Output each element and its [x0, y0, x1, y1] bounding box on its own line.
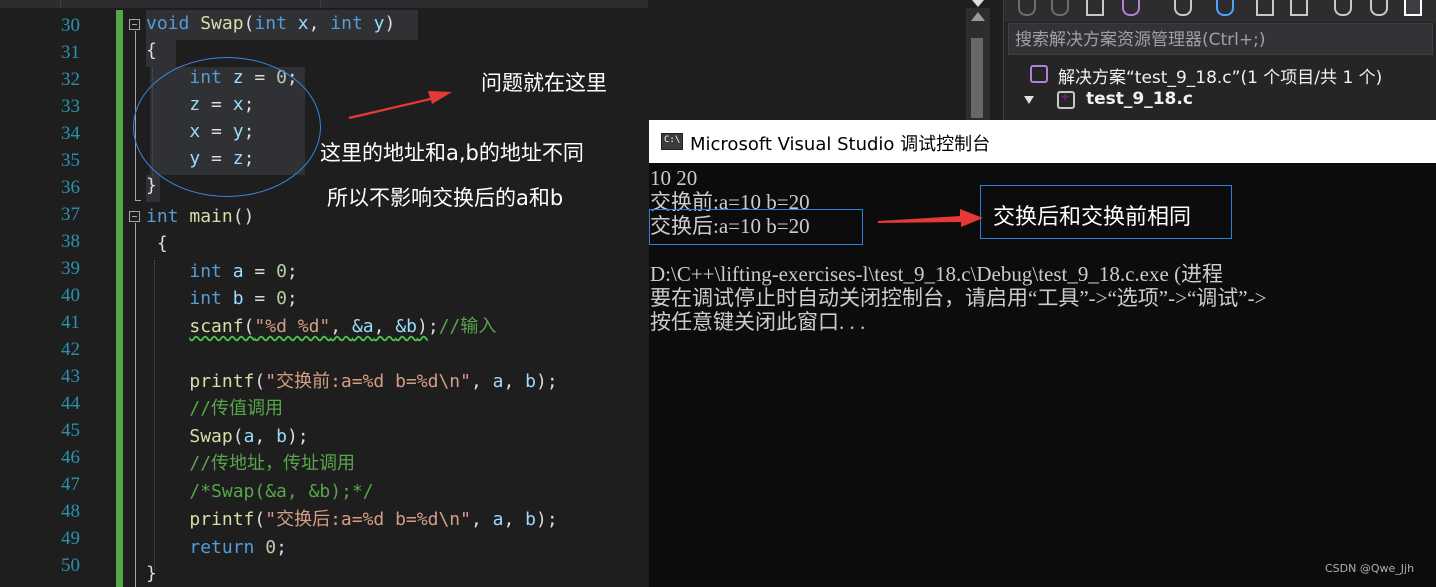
line-number: 38 — [61, 231, 80, 252]
line-number-gutter: 30 31 32 33 34 35 36 37 38 39 40 41 42 4… — [0, 8, 90, 587]
solution-node[interactable]: 解决方案“test_9_18.c”(1 个项目/共 1 个) — [1058, 63, 1382, 88]
code-line: } — [146, 563, 157, 584]
line-number: 35 — [61, 150, 80, 171]
code-editor[interactable]: 30 31 32 33 34 35 36 37 38 39 40 41 42 4… — [0, 0, 648, 587]
editor-scrollbar[interactable] — [966, 8, 990, 120]
annotation-callout-box: 交换后和交换前相同 — [980, 185, 1232, 239]
code-line: } — [146, 175, 157, 196]
code-line: return 0; — [189, 537, 287, 558]
code-line: int b = 0; — [189, 288, 298, 309]
line-number: 40 — [61, 285, 80, 306]
code-line: //传地址，传址调用 — [189, 453, 356, 474]
line-number: 49 — [61, 528, 80, 549]
line-number: 33 — [61, 96, 80, 117]
line-number: 36 — [61, 177, 80, 198]
collapse-toggle[interactable] — [129, 211, 140, 222]
project-node[interactable]: test_9_18.c — [1086, 89, 1193, 109]
fold-guide — [135, 223, 136, 587]
console-app-icon: C:\ — [661, 133, 683, 150]
annotation-ellipse — [133, 57, 321, 197]
scrollbar-thumb[interactable] — [971, 38, 983, 118]
debug-console-window[interactable]: C:\ Microsoft Visual Studio 调试控制台 10 20 … — [649, 120, 1436, 587]
line-number: 30 — [61, 15, 80, 36]
wrench-properties-icon[interactable] — [1370, 0, 1388, 16]
code-line: int main() — [146, 206, 255, 227]
line-number: 41 — [61, 312, 80, 333]
code-line: { — [146, 40, 157, 61]
line-number: 50 — [61, 555, 80, 576]
watermark: CSDN @Qwe_Jjh — [1325, 562, 1415, 575]
annotation-highlight-box — [649, 209, 863, 245]
code-line: scanf("%d %d", &a, &b);//输入 — [189, 316, 497, 337]
solution-explorer: 搜索解决方案资源管理器(Ctrl+;) 解决方案“test_9_18.c”(1 … — [1003, 0, 1436, 120]
console-output-line: 10 20 — [650, 166, 698, 190]
show-all-files-icon[interactable] — [1290, 0, 1308, 16]
line-number: 48 — [61, 501, 80, 522]
sync-refresh-icon[interactable] — [1216, 0, 1234, 16]
code-line: printf("交换后:a=%d b=%d\n", a, b); — [189, 509, 558, 530]
solution-explorer-search-input[interactable]: 搜索解决方案资源管理器(Ctrl+;) — [1008, 23, 1433, 55]
console-output-line: 要在调试停止时自动关闭控制台，请启用“工具”->“选项”->“调试”-> — [650, 286, 1267, 310]
editor-tab-strip[interactable] — [0, 0, 648, 8]
c-project-icon — [1057, 89, 1075, 109]
code-line: void Swap(int x, int y) — [146, 13, 396, 34]
line-number: 37 — [61, 204, 80, 225]
console-title: Microsoft Visual Studio 调试控制台 — [690, 134, 991, 155]
forward-icon[interactable] — [1051, 0, 1069, 16]
solution-explorer-toolbar — [1004, 0, 1436, 22]
collapse-all-icon[interactable] — [1256, 0, 1274, 16]
line-number: 31 — [61, 42, 80, 63]
line-number: 32 — [61, 69, 80, 90]
annotation-address-differs: 这里的地址和a,b的地址不同 — [320, 141, 584, 165]
line-number: 42 — [61, 339, 80, 360]
line-number: 47 — [61, 474, 80, 495]
expand-triangle-icon[interactable] — [1024, 96, 1034, 104]
annotation-same-as-before: 交换后和交换前相同 — [993, 205, 1192, 230]
code-line: /*Swap(&a, &b);*/ — [189, 481, 374, 502]
scroll-up-arrow-icon[interactable] — [971, 12, 985, 21]
line-number: 44 — [61, 393, 80, 414]
preview-selected-icon[interactable] — [1404, 0, 1422, 16]
console-output-line: D:\C++\lifting-exercises-l\test_9_18.c\D… — [650, 262, 1224, 286]
code-line: printf("交换前:a=%d b=%d\n", a, b); — [189, 371, 558, 392]
home-icon[interactable] — [1086, 0, 1104, 16]
fold-guide-end — [135, 200, 141, 201]
code-line: { — [156, 233, 168, 254]
chevron-down-icon[interactable] — [972, 0, 984, 7]
code-line: //传值调用 — [189, 398, 284, 419]
code-view-icon[interactable] — [1334, 0, 1352, 16]
console-title-bar[interactable]: C:\ Microsoft Visual Studio 调试控制台 — [649, 120, 1436, 163]
line-number: 34 — [61, 123, 80, 144]
annotation-no-effect: 所以不影响交换后的a和b — [327, 186, 564, 210]
line-number: 39 — [61, 258, 80, 279]
console-output-line: 按任意键关闭此窗口. . . — [650, 310, 866, 334]
line-number: 46 — [61, 447, 80, 468]
annotation-problem-here: 问题就在这里 — [481, 71, 607, 95]
code-line: int a = 0; — [189, 261, 298, 282]
code-line: Swap(a, b); — [189, 426, 309, 447]
line-number: 43 — [61, 366, 80, 387]
solution-icon — [1030, 65, 1048, 83]
pending-changes-clock-icon[interactable] — [1174, 0, 1192, 16]
back-icon[interactable] — [1018, 0, 1036, 16]
change-tracking-bar — [116, 10, 123, 587]
vs-switch-views-icon[interactable] — [1122, 0, 1140, 16]
collapse-toggle[interactable] — [129, 19, 140, 30]
line-number: 45 — [61, 420, 80, 441]
